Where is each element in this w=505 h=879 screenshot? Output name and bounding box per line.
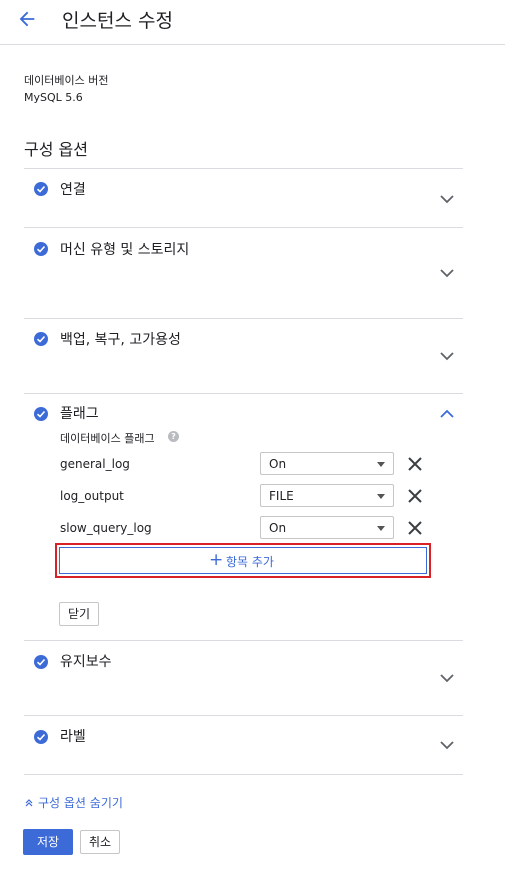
divider — [24, 640, 463, 641]
cancel-button[interactable]: 취소 — [80, 830, 120, 854]
chevron-up-icon[interactable] — [440, 409, 454, 419]
section-backup-title[interactable]: 백업, 복구, 고가용성 — [60, 329, 181, 349]
add-item-button[interactable]: + 항목 추가 — [59, 547, 427, 574]
divider — [24, 393, 463, 394]
check-circle-icon — [34, 730, 48, 744]
section-maintenance-title[interactable]: 유지보수 — [60, 651, 112, 671]
chevron-down-icon[interactable] — [440, 194, 454, 204]
flag-name: general_log — [60, 457, 130, 471]
save-button[interactable]: 저장 — [23, 829, 73, 855]
header-bar: 인스턴스 수정 — [0, 0, 505, 45]
hide-config-options-link[interactable]: 구성 옵션 숨기기 — [24, 794, 123, 811]
chevron-down-icon[interactable] — [440, 673, 454, 683]
dropdown-arrow-icon — [377, 462, 385, 467]
section-connection-title[interactable]: 연결 — [60, 179, 86, 199]
divider — [24, 318, 463, 319]
close-icon[interactable] — [407, 520, 423, 536]
check-circle-icon — [34, 332, 48, 346]
page-title: 인스턴스 수정 — [62, 10, 173, 32]
check-circle-icon — [34, 407, 48, 421]
flag-name: slow_query_log — [60, 521, 152, 535]
check-circle-icon — [34, 655, 48, 669]
check-circle-icon — [34, 182, 48, 196]
chevron-down-icon[interactable] — [440, 268, 454, 278]
database-version-label: 데이터베이스 버전 — [24, 74, 109, 87]
check-circle-icon — [34, 242, 48, 256]
close-button[interactable]: 닫기 — [59, 602, 99, 626]
dropdown-arrow-icon — [377, 494, 385, 499]
plus-icon: + — [209, 550, 224, 570]
flag-value: On — [269, 521, 287, 535]
flag-value-select[interactable]: On — [260, 452, 394, 475]
help-icon[interactable]: ? — [168, 431, 179, 442]
flag-value-select[interactable]: FILE — [260, 484, 394, 507]
dropdown-arrow-icon — [377, 526, 385, 531]
flag-value: FILE — [269, 489, 294, 503]
flag-value: On — [269, 457, 287, 471]
double-chevron-up-icon — [25, 799, 33, 807]
divider — [24, 774, 463, 775]
config-options-title: 구성 옵션 — [24, 140, 88, 159]
flag-name: log_output — [60, 489, 124, 503]
divider — [24, 715, 463, 716]
arrow-back-icon[interactable] — [16, 8, 38, 30]
database-version-value: MySQL 5.6 — [24, 91, 83, 104]
hide-config-options-label: 구성 옵션 숨기기 — [38, 796, 123, 810]
section-machine-type-title[interactable]: 머신 유형 및 스토리지 — [60, 239, 189, 259]
database-flags-label: 데이터베이스 플래그 — [60, 432, 155, 445]
divider — [24, 168, 463, 169]
close-icon[interactable] — [407, 488, 423, 504]
add-item-label: 항목 추가 — [226, 555, 274, 569]
close-icon[interactable] — [407, 456, 423, 472]
flag-value-select[interactable]: On — [260, 516, 394, 539]
chevron-down-icon[interactable] — [440, 740, 454, 750]
divider — [24, 227, 463, 228]
chevron-down-icon[interactable] — [440, 351, 454, 361]
section-labels-title[interactable]: 라벨 — [60, 726, 86, 746]
section-flags-title[interactable]: 플래그 — [60, 403, 99, 423]
